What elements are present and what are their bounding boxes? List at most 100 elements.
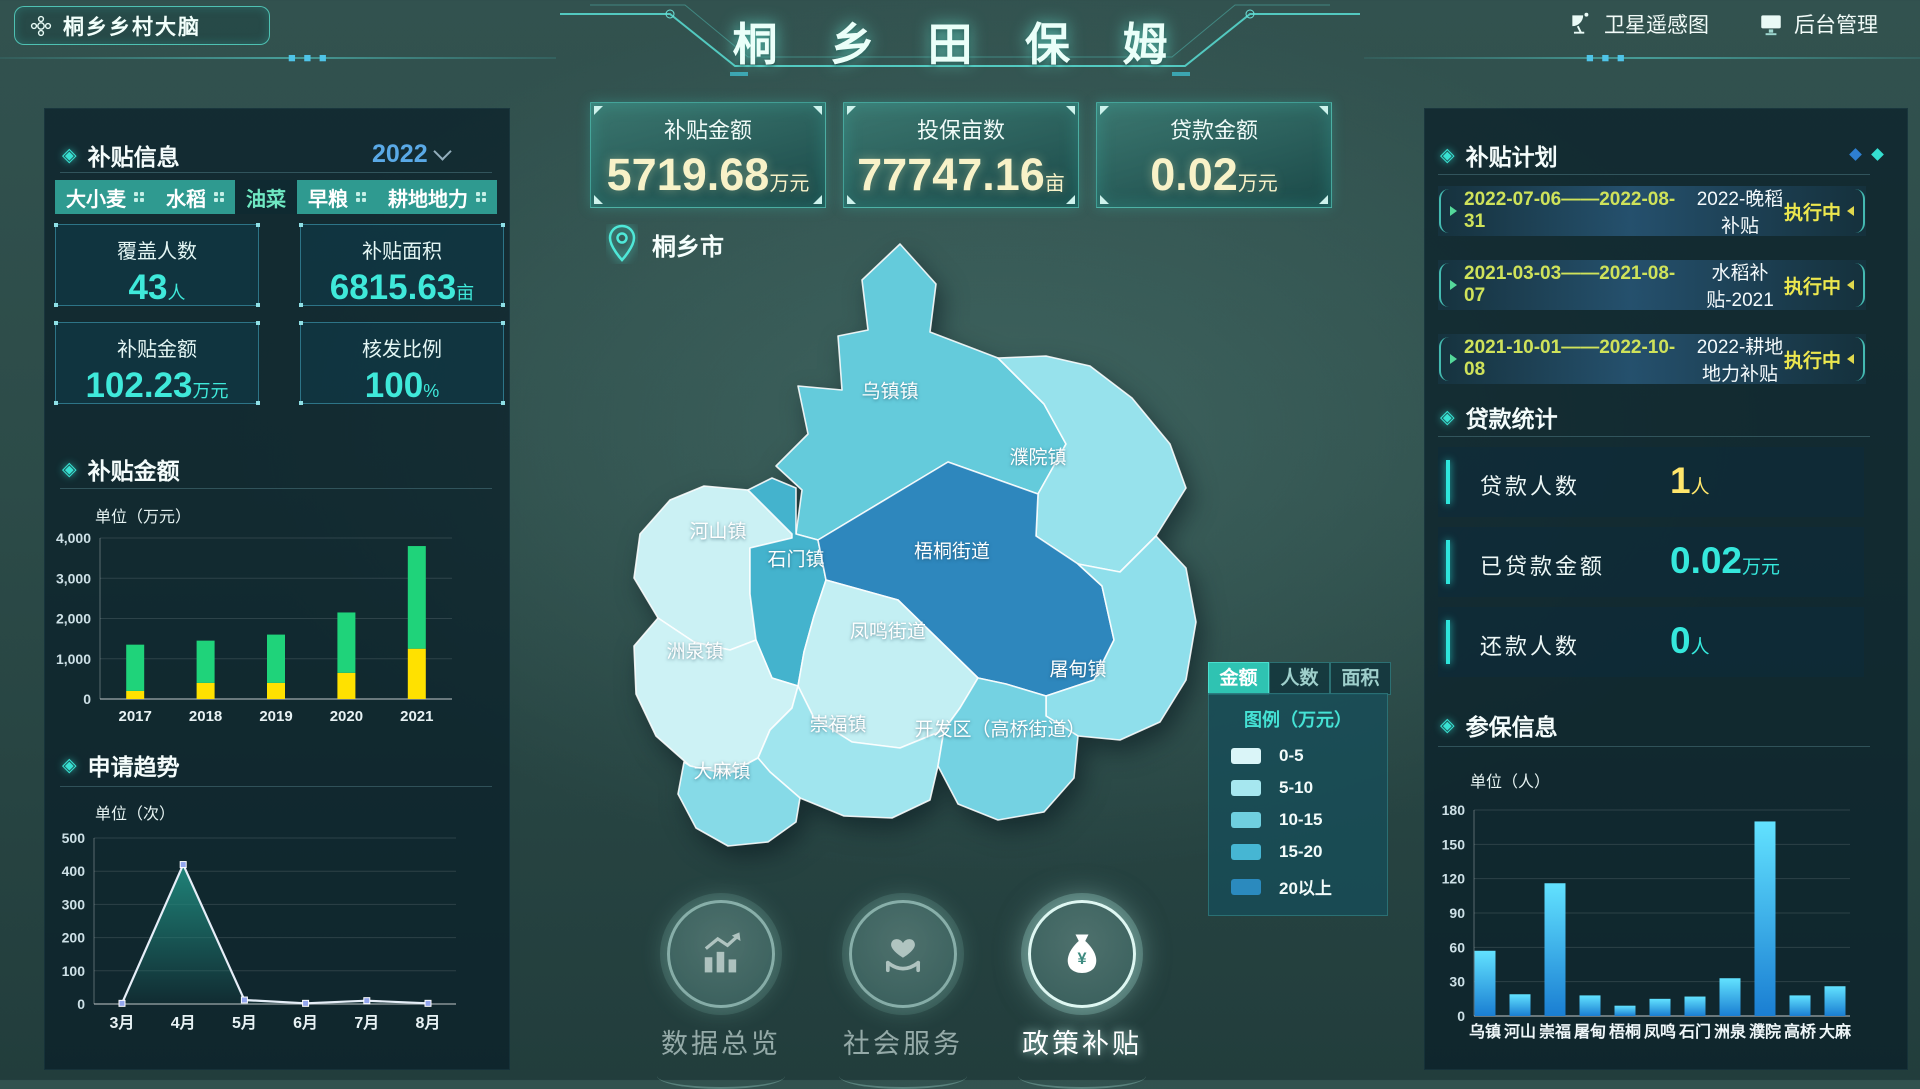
loan-value: 1 — [1670, 460, 1691, 501]
legend-range: 15-20 — [1279, 842, 1322, 862]
bottom-nav-label: 数据总览 — [646, 1022, 796, 1061]
plan-pager-dots[interactable] — [1842, 146, 1882, 164]
stat-subsidy-area: 补贴面积 6815.63亩 — [300, 224, 504, 306]
tab-wheat[interactable]: 大小麦 — [55, 180, 155, 214]
bottom-nav-policy-subsidy[interactable]: ¥ 政策补贴 — [1007, 900, 1157, 1089]
stat-value: 6815.63 — [330, 268, 457, 307]
plan-status-badge: 执行中 — [1784, 272, 1841, 299]
nav-arc-decoration — [1018, 1063, 1146, 1089]
kpi-value: 0.02 — [1150, 149, 1238, 200]
legend-item: 10-15 — [1209, 804, 1387, 836]
tab-soil-fertility[interactable]: 耕地地力 — [377, 180, 497, 214]
crop-tabbar: 大小麦 水稻 油菜 早粮 耕地地力 — [55, 180, 507, 214]
svg-text:2019: 2019 — [259, 708, 292, 725]
legend-swatch — [1231, 780, 1261, 796]
year-select[interactable]: 2022 — [372, 140, 449, 169]
svg-text:石门: 石门 — [1678, 1022, 1711, 1041]
trend-chart-unit: 单位（次） — [95, 800, 175, 824]
kpi-unit: 万元 — [769, 173, 809, 195]
legend-item: 20以上 — [1209, 868, 1387, 905]
legend-swatch — [1231, 748, 1261, 764]
plan-row-late-rice[interactable]: 2022-07-06——2022-08-31 2022-晚稻补贴 执行中 — [1438, 186, 1866, 236]
nav-admin-label: 后台管理 — [1794, 9, 1878, 39]
plan-status-badge: 执行中 — [1784, 346, 1841, 373]
stat-label: 补贴面积 — [301, 235, 503, 264]
tab-rice[interactable]: 水稻 — [155, 180, 235, 214]
plan-name: 水稻补贴-2021 — [1696, 258, 1784, 312]
svg-text:4,000: 4,000 — [56, 530, 91, 546]
kpi-insured-mu: 投保亩数 77747.16亩 — [843, 102, 1079, 208]
svg-text:3,000: 3,000 — [56, 570, 91, 586]
svg-text:100: 100 — [62, 963, 86, 979]
nav-satellite-map[interactable]: 卫星遥感图 — [1568, 9, 1709, 39]
tab-dots-icon — [356, 192, 366, 202]
svg-text:400: 400 — [62, 863, 86, 879]
tab-dots-icon — [214, 192, 224, 202]
tab-dry-grain[interactable]: 早粮 — [297, 180, 377, 214]
nav-admin[interactable]: 后台管理 — [1758, 9, 1878, 39]
svg-text:6月: 6月 — [293, 1014, 318, 1032]
tab-dots-icon — [476, 192, 486, 202]
arrow-right-icon — [1450, 206, 1457, 216]
tab-label: 水稻 — [166, 183, 206, 212]
accent-bar — [1446, 460, 1450, 504]
legend-range: 0-5 — [1279, 746, 1304, 766]
arrow-left-icon — [1847, 280, 1854, 290]
divider — [1438, 746, 1870, 747]
plan-name: 2022-晚稻补贴 — [1696, 184, 1784, 238]
svg-text:¥: ¥ — [1077, 950, 1086, 968]
stat-value: 100 — [365, 366, 423, 405]
svg-text:2021: 2021 — [400, 708, 433, 725]
map-legend: 图例（万元） 0-5 5-10 10-15 15-20 20以上 — [1208, 693, 1388, 916]
svg-text:7月: 7月 — [354, 1014, 379, 1032]
stat-label: 补贴金额 — [56, 333, 258, 362]
accent-bar — [1446, 620, 1450, 664]
bottom-nav-label: 社会服务 — [828, 1022, 978, 1061]
svg-text:凤鸣: 凤鸣 — [1644, 1022, 1676, 1041]
svg-text:5月: 5月 — [232, 1014, 257, 1032]
divider — [1438, 436, 1870, 437]
legend-tab-people[interactable]: 人数 — [1269, 662, 1330, 695]
nav-arc-decoration — [839, 1063, 967, 1089]
loan-stats-title: 贷款统计 — [1466, 400, 1558, 434]
svg-text:30: 30 — [1449, 974, 1465, 990]
legend-tab-area[interactable]: 面积 — [1330, 662, 1391, 695]
kpi-unit: 亩 — [1045, 173, 1065, 195]
loan-row-repayers: 还款人数 0人 — [1438, 607, 1864, 677]
satellite-dish-icon — [1568, 11, 1594, 37]
svg-text:0: 0 — [83, 691, 91, 707]
subsidy-amount-title: 补贴金额 — [88, 452, 180, 486]
plan-row-rice-2021[interactable]: 2021-03-03——2021-08-07 水稻补贴-2021 执行中 — [1438, 260, 1866, 310]
tab-rapeseed[interactable]: 油菜 — [235, 180, 297, 214]
legend-range: 20以上 — [1279, 874, 1332, 899]
stat-value: 43 — [129, 268, 168, 307]
legend-item: 5-10 — [1209, 772, 1387, 804]
section-diamond-icon: ◈ — [62, 144, 77, 167]
svg-text:崇福: 崇福 — [1539, 1022, 1571, 1041]
svg-text:濮院: 濮院 — [1749, 1022, 1781, 1041]
legend-item: 0-5 — [1209, 740, 1387, 772]
bottom-nav-data-overview[interactable]: 数据总览 — [646, 900, 796, 1089]
nav-satellite-label: 卫星遥感图 — [1604, 9, 1709, 39]
loan-value: 0 — [1670, 620, 1691, 661]
apply-trend-chart: 01002003004005003月4月5月6月7月8月 — [48, 822, 478, 1042]
svg-text:180: 180 — [1442, 802, 1466, 818]
tab-dots-icon — [134, 192, 144, 202]
nav-arc-decoration — [657, 1063, 785, 1089]
legend-swatch — [1231, 879, 1261, 895]
subsidy-amount-chart: 01,0002,0003,0004,0002017201820192020202… — [52, 524, 462, 729]
kpi-value: 77747.16 — [857, 149, 1045, 200]
accent-bar — [1446, 540, 1450, 584]
insured-info-title: 参保信息 — [1466, 708, 1558, 742]
plan-row-soil-fertility[interactable]: 2021-10-01——2022-10-08 2022-耕地地力补贴 执行中 — [1438, 334, 1866, 384]
monitor-icon — [1758, 11, 1784, 37]
svg-text:120: 120 — [1442, 871, 1466, 887]
plan-date-range: 2022-07-06——2022-08-31 — [1464, 189, 1696, 233]
legend-tab-amount[interactable]: 金额 — [1208, 662, 1269, 695]
loan-label: 已贷款金额 — [1480, 549, 1605, 581]
legend-swatch — [1231, 844, 1261, 860]
insured-info-chart: 0306090120150180乌镇河山崇福屠甸梧桐凤鸣石门洲泉濮院高桥大麻 — [1438, 790, 1893, 1052]
insured-chart-unit: 单位（人） — [1470, 768, 1550, 792]
divider — [60, 172, 492, 173]
bottom-nav-social-service[interactable]: 社会服务 — [828, 900, 978, 1089]
